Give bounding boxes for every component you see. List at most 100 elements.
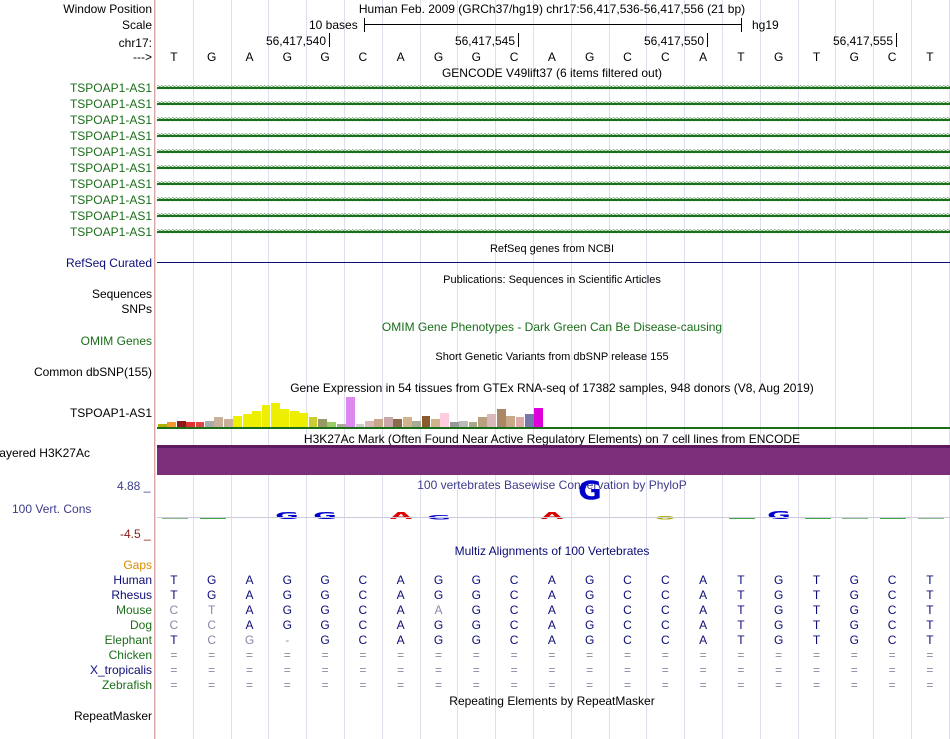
scale-label: Scale — [121, 18, 152, 32]
gtex-tissue-bar[interactable] — [280, 409, 290, 427]
omim-track-title: OMIM Gene Phenotypes - Dark Green Can Be… — [381, 320, 723, 334]
multiz-base: A — [396, 633, 405, 647]
gaps-label[interactable]: Gaps — [123, 558, 152, 572]
multiz-base: G — [320, 618, 330, 632]
multiz-base: C — [660, 573, 670, 587]
multiz-base: C — [660, 603, 670, 617]
multiz-species-label[interactable]: Human — [113, 573, 152, 587]
gencode-item-label[interactable]: TSPOAP1-AS1 — [70, 193, 152, 207]
phylop-letter[interactable]: G — [564, 479, 615, 517]
repeatmasker-track-label[interactable]: RepeatMasker — [74, 709, 152, 723]
multiz-base: T — [926, 573, 934, 587]
gtex-tissue-bar[interactable] — [496, 409, 506, 427]
h3k27ac-signal[interactable] — [157, 445, 950, 475]
multiz-base: G — [471, 573, 481, 587]
sequence-base: C — [358, 50, 368, 64]
gtex-bar-chart[interactable] — [157, 396, 950, 427]
phylop-min-label: -4.5 _ — [120, 527, 151, 541]
genome-browser-image[interactable]: Window Position Human Feb. 2009 (GRCh37/… — [0, 0, 950, 739]
publications-snps-label[interactable]: SNPs — [121, 302, 152, 316]
chrom-label: chr17: — [118, 36, 152, 50]
multiz-base: T — [208, 603, 216, 617]
gtex-tissue-bar[interactable] — [261, 404, 271, 427]
gencode-item-label[interactable]: TSPOAP1-AS1 — [70, 113, 152, 127]
gtex-tissue-bar[interactable] — [402, 417, 412, 427]
gtex-tissue-bar[interactable] — [308, 417, 318, 427]
gtex-tissue-bar[interactable] — [252, 411, 261, 427]
gtex-tissue-bar[interactable] — [299, 412, 308, 427]
gencode-item-label[interactable]: TSPOAP1-AS1 — [70, 145, 152, 159]
multiz-species-label[interactable]: Elephant — [105, 633, 152, 647]
gtex-tissue-bar[interactable] — [430, 419, 440, 427]
multiz-base: C — [660, 618, 670, 632]
ruler-position-label: 56,417,555 — [832, 34, 893, 48]
multiz-base: G — [207, 588, 217, 602]
multiz-base: = — [548, 648, 556, 662]
gtex-tissue-bar[interactable] — [270, 403, 280, 427]
multiz-species-label[interactable]: Dog — [130, 618, 152, 632]
grid-line — [533, 0, 534, 739]
phylop-letter[interactable]: G — [753, 510, 804, 521]
gtex-tissue-bar[interactable] — [515, 417, 525, 427]
scale-bar — [364, 24, 742, 25]
multiz-base: G — [282, 588, 292, 602]
multiz-base: C — [623, 603, 632, 617]
ruler-position-label: 56,417,540 — [265, 34, 326, 48]
gencode-item-label[interactable]: TSPOAP1-AS1 — [70, 225, 152, 239]
h3k27ac-fill[interactable] — [157, 445, 950, 475]
grid-line — [798, 0, 799, 739]
gtex-tissue-bar[interactable] — [393, 419, 403, 427]
multiz-base: = — [926, 648, 934, 662]
sequence-base: G — [849, 50, 859, 64]
gtex-tissue-bar[interactable] — [421, 415, 431, 427]
multiz-species-label[interactable]: Chicken — [109, 648, 152, 662]
gtex-tissue-bar[interactable] — [534, 407, 544, 427]
gencode-item-label[interactable]: TSPOAP1-AS1 — [70, 81, 152, 95]
gencode-item-label[interactable]: TSPOAP1-AS1 — [70, 177, 152, 191]
phylop-logo[interactable]: GGAGAGoG — [157, 479, 950, 525]
multiz-base: = — [586, 648, 594, 662]
refseq-track-label[interactable]: RefSeq Curated — [66, 256, 152, 270]
gtex-tissue-bar[interactable] — [318, 419, 327, 427]
publications-sequences-label[interactable]: Sequences — [92, 287, 152, 301]
multiz-base: T — [737, 588, 745, 602]
gencode-item-label[interactable]: TSPOAP1-AS1 — [70, 129, 152, 143]
multiz-base: G — [849, 618, 859, 632]
multiz-base: = — [434, 663, 442, 677]
gencode-item-label[interactable]: TSPOAP1-AS1 — [70, 209, 152, 223]
omim-track-label[interactable]: OMIM Genes — [81, 334, 152, 348]
gtex-tissue-bar[interactable] — [506, 415, 516, 427]
dbsnp-track-label[interactable]: Common dbSNP(155) — [34, 365, 152, 379]
gencode-item-label[interactable]: TSPOAP1-AS1 — [70, 97, 152, 111]
multiz-base: = — [434, 648, 442, 662]
multiz-base: = — [321, 678, 329, 692]
grid-line — [193, 0, 194, 739]
gtex-tissue-bar[interactable] — [383, 417, 393, 427]
gtex-track-label[interactable]: TSPOAP1-AS1 — [70, 406, 152, 420]
gencode-item-label[interactable]: TSPOAP1-AS1 — [70, 161, 152, 175]
multiz-species-label[interactable]: X_tropicalis — [90, 663, 152, 677]
refseq-track-line[interactable] — [157, 262, 950, 263]
sequence-base: G — [471, 50, 481, 64]
gtex-tissue-bar[interactable] — [374, 419, 384, 427]
h3k27ac-track-label[interactable]: Layered H3K27Ac — [0, 446, 90, 460]
gtex-tissue-bar[interactable] — [525, 414, 534, 427]
multiz-species-label[interactable]: Mouse — [116, 603, 152, 617]
gtex-tissue-bar[interactable] — [242, 414, 252, 427]
gtex-tissue-bar[interactable] — [346, 396, 356, 427]
multiz-base: C — [509, 633, 519, 647]
gtex-tissue-bar[interactable] — [214, 417, 224, 427]
multiz-species-label[interactable]: Zebrafish — [102, 678, 152, 692]
gtex-tissue-bar[interactable] — [223, 419, 233, 427]
scale-value: 10 bases — [309, 18, 358, 32]
multiz-base: T — [170, 588, 178, 602]
phylop-track-label[interactable]: 100 Vert. Cons — [12, 502, 91, 516]
ruler-tick — [518, 33, 519, 47]
gtex-tissue-bar[interactable] — [289, 411, 299, 427]
gtex-tissue-bar[interactable] — [478, 417, 487, 427]
gtex-tissue-bar[interactable] — [233, 415, 243, 427]
multiz-species-label[interactable]: Rhesus — [111, 588, 152, 602]
gtex-tissue-bar[interactable] — [487, 414, 497, 427]
gtex-tissue-bar[interactable] — [440, 412, 450, 427]
multiz-base: C — [358, 603, 368, 617]
